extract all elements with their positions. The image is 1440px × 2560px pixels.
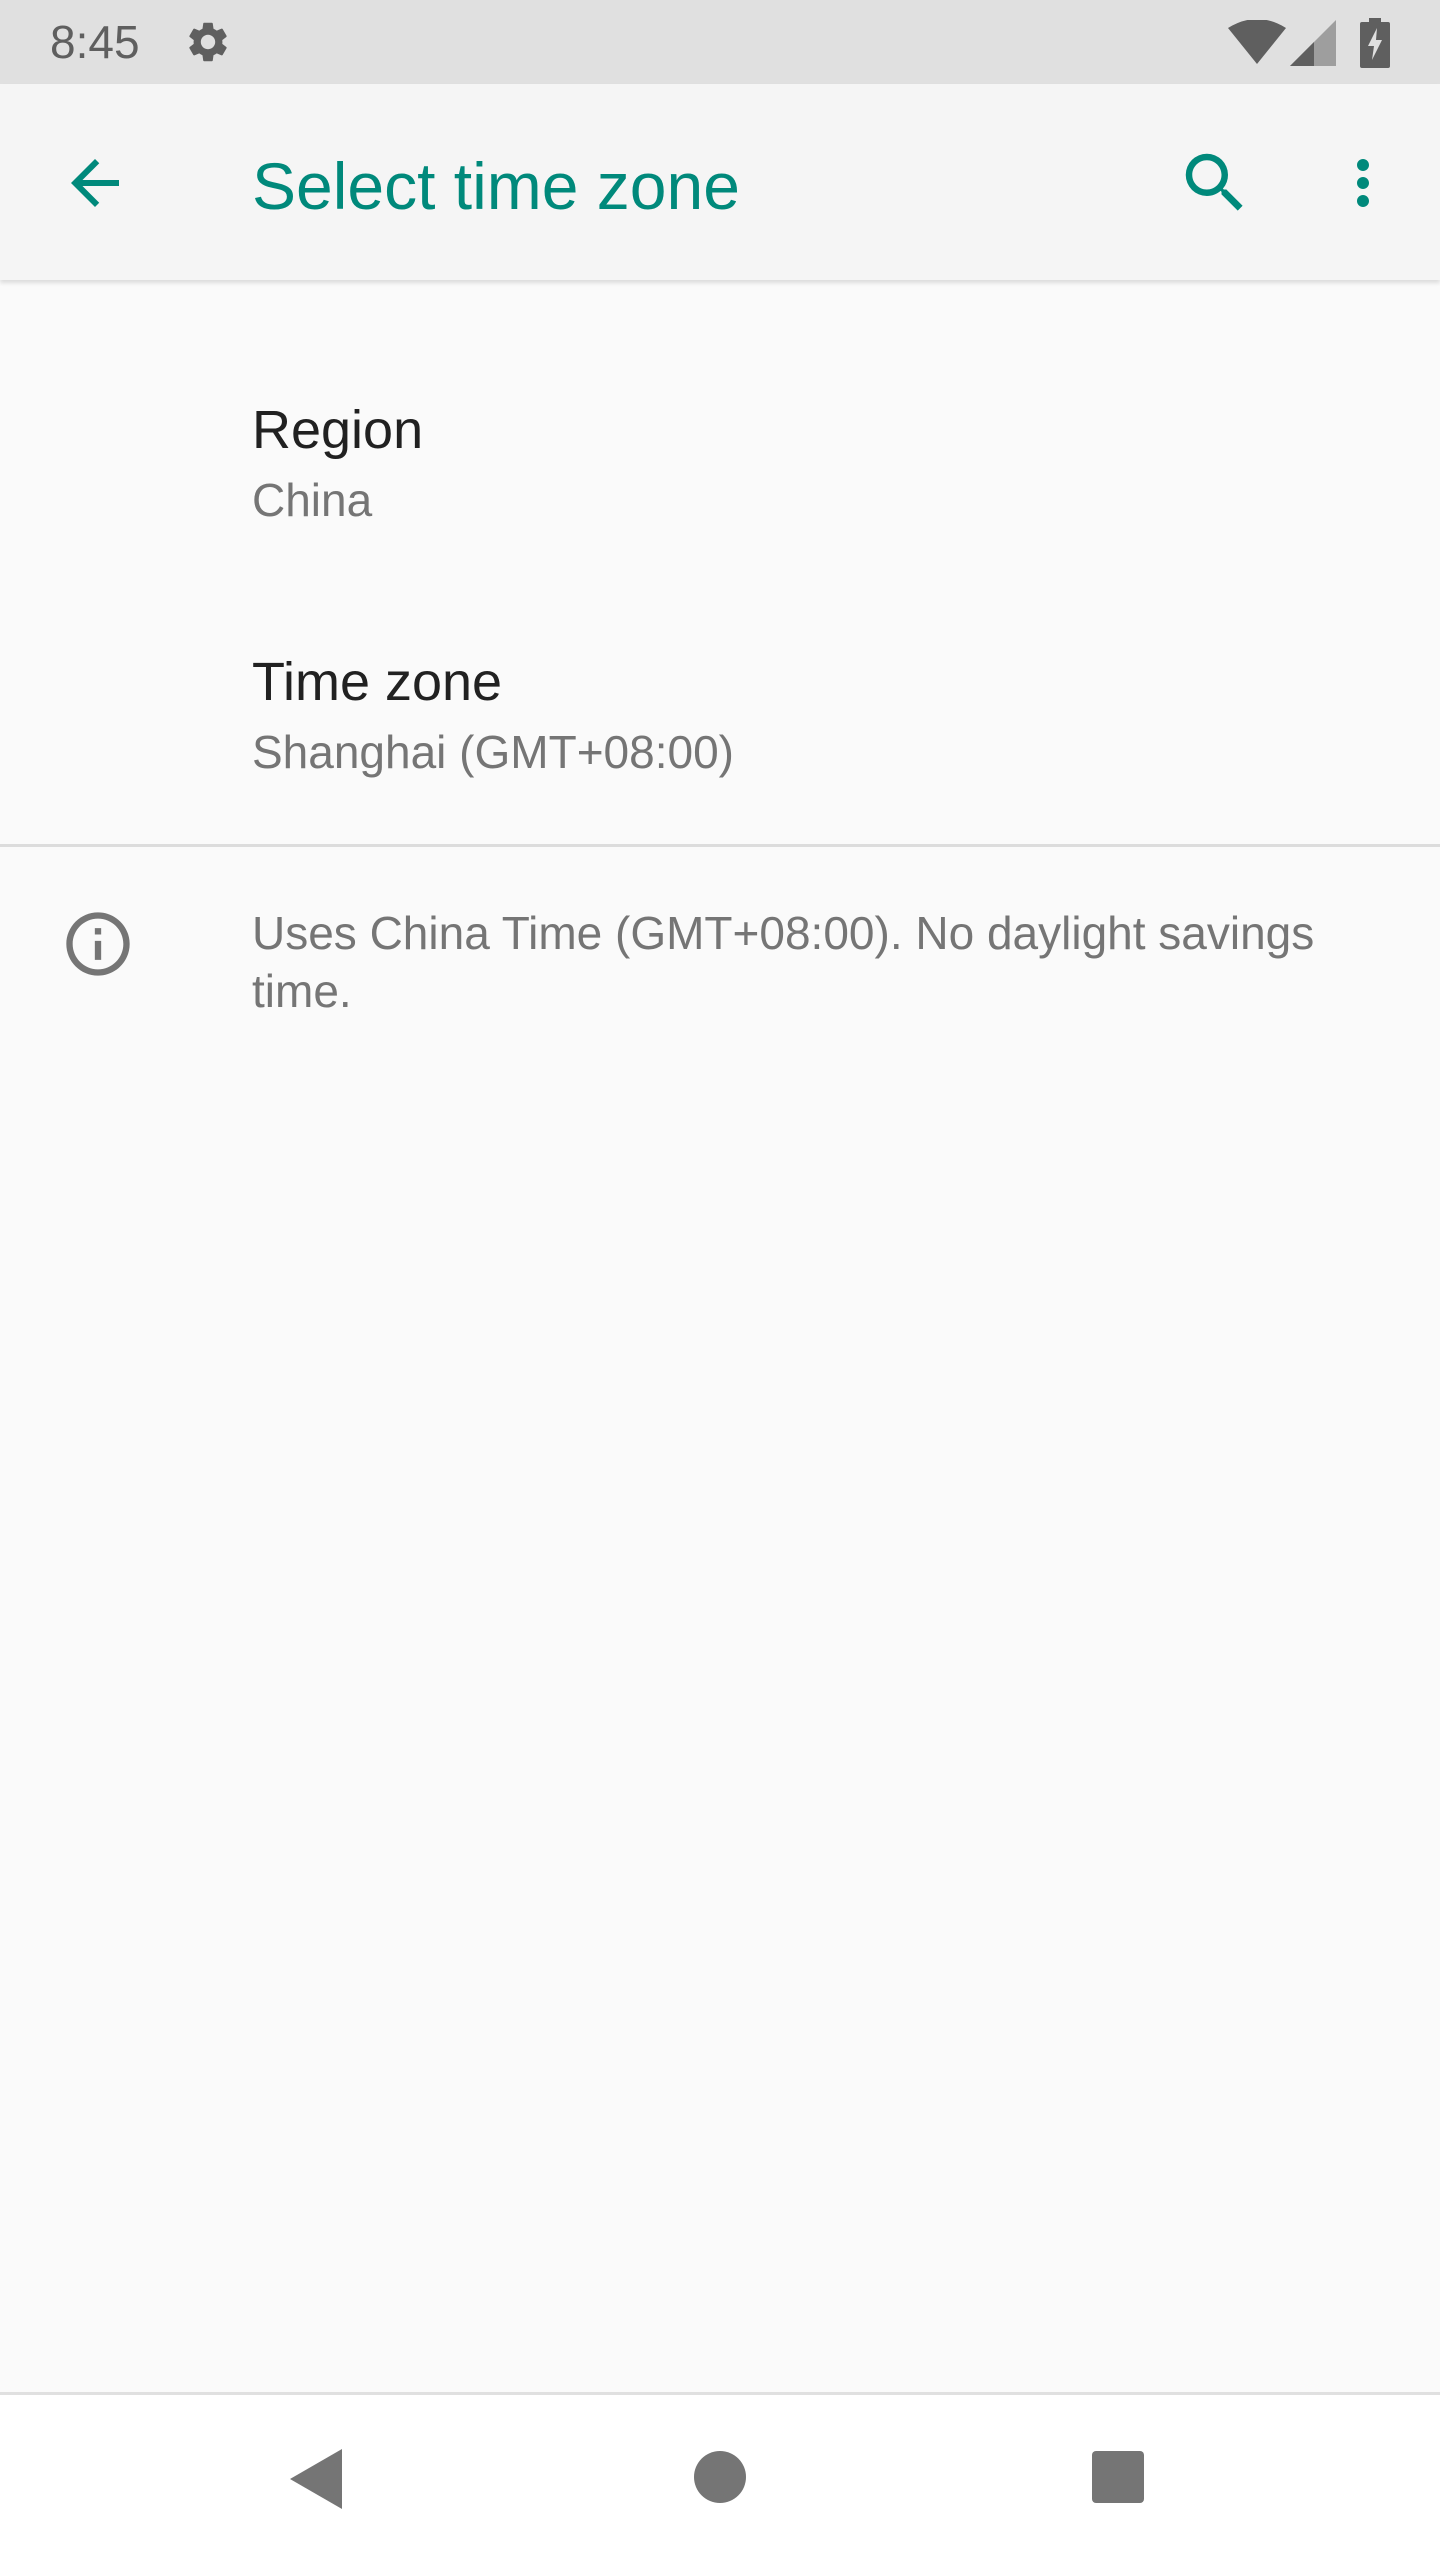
divider bbox=[0, 844, 1440, 847]
status-bar: 8:45 bbox=[0, 0, 1440, 84]
nav-home-icon[interactable] bbox=[690, 2447, 750, 2507]
more-options-button[interactable] bbox=[1318, 138, 1408, 228]
wifi-icon bbox=[1228, 20, 1286, 64]
more-vert-icon bbox=[1357, 159, 1369, 207]
nav-back-icon[interactable] bbox=[286, 2447, 350, 2511]
time-zone-preference[interactable]: Time zone Shanghai (GMT+08:00) bbox=[0, 612, 1440, 812]
cell-signal-icon bbox=[1290, 20, 1336, 66]
status-time: 8:45 bbox=[50, 16, 140, 68]
time-zone-title: Time zone bbox=[252, 652, 503, 712]
time-zone-info-text: Uses China Time (GMT+08:00). No daylight… bbox=[252, 907, 1315, 1017]
navigation-bar bbox=[0, 2392, 1440, 2560]
gear-icon bbox=[189, 22, 227, 62]
battery-charging-icon bbox=[1360, 18, 1390, 68]
search-icon bbox=[1185, 153, 1243, 211]
region-summary: China bbox=[252, 474, 373, 526]
arrow-back-icon bbox=[71, 159, 119, 207]
page-title: Select time zone bbox=[252, 149, 740, 223]
region-preference[interactable]: Region China bbox=[0, 360, 1440, 560]
info-icon bbox=[66, 912, 130, 976]
search-button[interactable] bbox=[1170, 138, 1260, 228]
region-title: Region bbox=[252, 400, 424, 460]
app-bar: Select time zone bbox=[0, 84, 1440, 280]
nav-recents-icon[interactable] bbox=[1090, 2449, 1146, 2505]
back-button[interactable] bbox=[50, 138, 140, 228]
time-zone-summary: Shanghai (GMT+08:00) bbox=[252, 726, 734, 778]
